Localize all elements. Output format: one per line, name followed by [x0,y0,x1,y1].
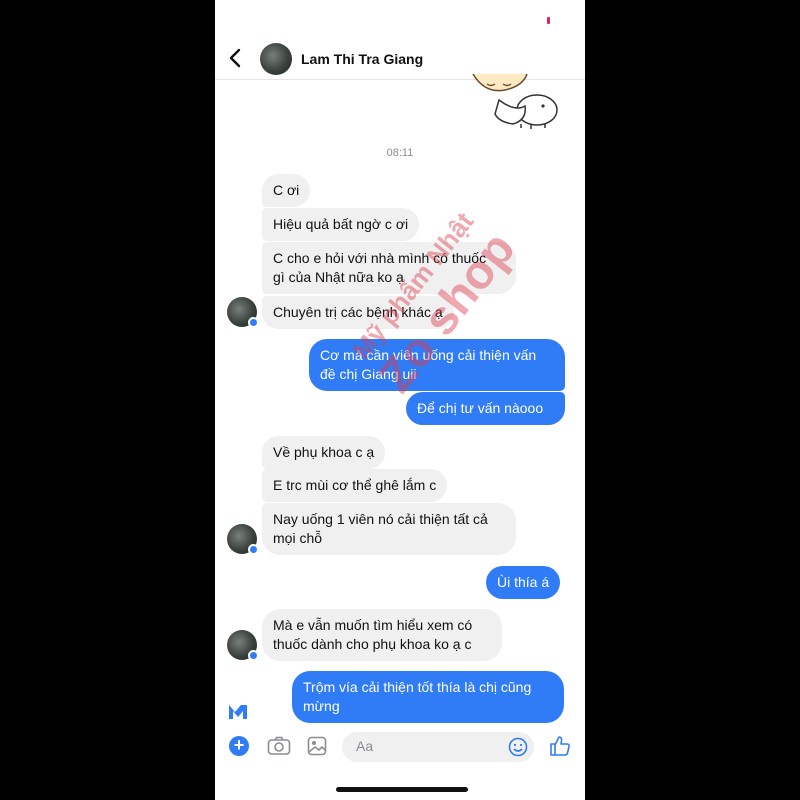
like-icon[interactable] [549,735,571,757]
message-bubble-incoming[interactable]: C ơi [262,174,311,207]
sticker-image [472,73,558,129]
message-bubble-incoming[interactable]: Nay uống 1 viên nó cải thiện tất cả mọi … [262,503,516,555]
message-bubble-incoming[interactable]: C cho e hỏi với nhà mình có thuốc gì của… [262,242,516,294]
message-bubble-incoming[interactable]: E trc mùi cơ thể ghê lắm c [262,469,448,502]
contact-name[interactable]: Lam Thi Tra Giang [301,51,423,67]
camera-icon[interactable] [267,736,291,756]
contact-avatar[interactable] [260,43,292,75]
message-bubble-incoming[interactable]: Về phụ khoa c ạ [262,436,386,469]
phone-screen: Lam Thi Tra Giang 08:11 C ơi Hiệu quả bấ… [215,0,585,800]
messenger-badge-icon [248,317,259,328]
timestamp: 08:11 [386,147,414,159]
message-bubble-incoming[interactable]: Hiệu quả bất ngờ c ơi [262,208,420,241]
message-bubble-outgoing[interactable]: Trộm vía cải thiện tốt thía là chị cũng … [292,671,564,723]
messenger-badge-icon [248,650,259,661]
emoji-icon[interactable] [508,737,528,757]
message-composer: + [215,724,585,770]
image-icon[interactable] [307,736,327,756]
message-bubble-incoming[interactable]: Mà e vẫn muốn tìm hiểu xem có thuốc dành… [262,609,502,661]
message-bubble-outgoing[interactable]: Để chị tư vấn nàooo [406,392,565,425]
sender-avatar[interactable] [227,630,259,661]
message-bubble-incoming[interactable]: Chuyên trị các bệnh khác ạ [262,296,454,329]
sender-avatar[interactable] [227,297,259,328]
back-arrow-icon[interactable] [225,47,247,69]
message-input[interactable] [354,737,508,755]
message-bubble-outgoing[interactable]: Cơ mà cần viên uống cải thiện vấn đề chị… [309,339,565,391]
home-indicator [336,787,468,792]
message-bubble-outgoing[interactable]: Ùi thía á [486,566,561,599]
message-input-box[interactable] [342,732,534,762]
plus-icon[interactable]: + [229,736,249,756]
status-indicator [547,17,550,24]
messenger-icon [229,705,247,719]
messenger-badge-icon [248,544,259,555]
sender-avatar[interactable] [227,524,259,555]
